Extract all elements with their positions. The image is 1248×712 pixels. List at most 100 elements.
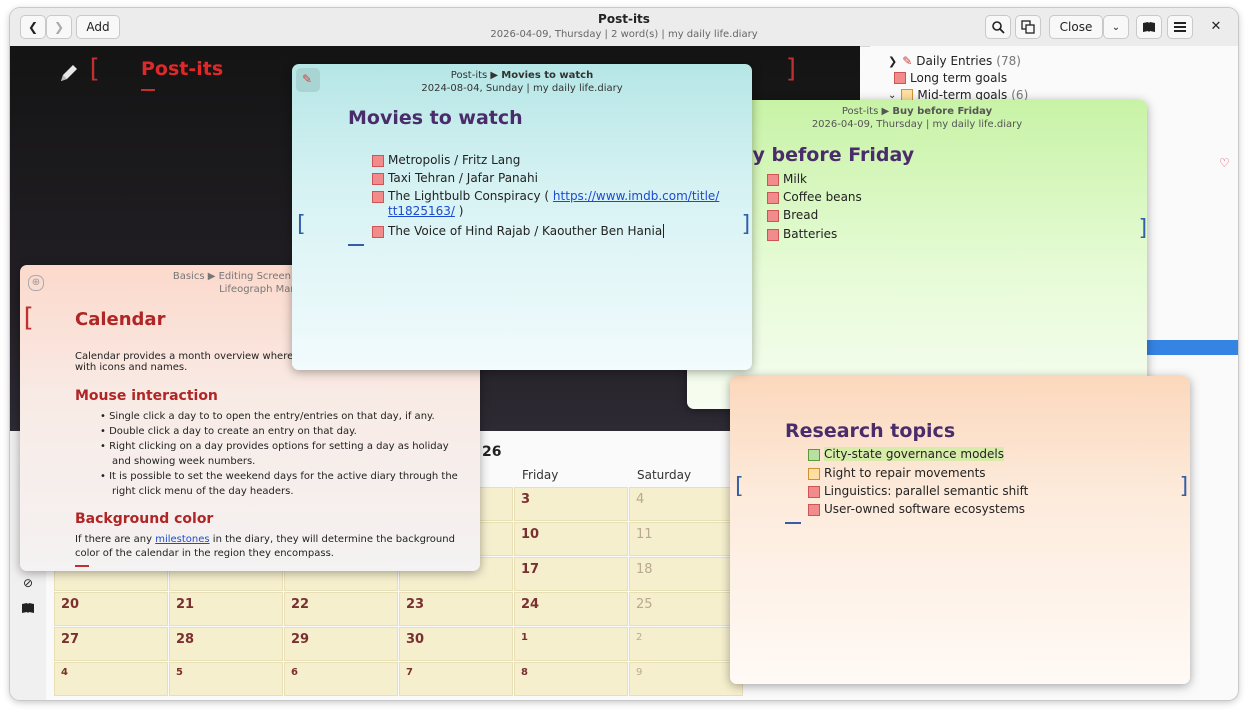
calendar-day-cell[interactable]: 29 xyxy=(284,627,398,661)
note-cursor-dash xyxy=(785,522,801,524)
calendar-day-cell[interactable]: 24 xyxy=(514,592,628,626)
calendar-day-cell[interactable]: 2 xyxy=(629,627,743,661)
chevron-right-icon: ❯ xyxy=(888,54,898,68)
note-bracket-left: [ xyxy=(294,212,308,237)
calendar-day-cell[interactable]: 8 xyxy=(514,662,628,696)
calendar-day-cell[interactable]: 10 xyxy=(514,522,628,556)
list-item[interactable]: User-owned software ecosystems xyxy=(808,502,1025,516)
todo-box-icon xyxy=(808,486,820,498)
tree-item-count: (78) xyxy=(996,54,1021,68)
diary-button[interactable] xyxy=(1136,15,1162,39)
todo-box-icon xyxy=(767,229,779,241)
selected-row-highlight xyxy=(1140,340,1238,355)
list-item[interactable]: Batteries xyxy=(767,227,837,241)
calendar-day-cell[interactable]: 22 xyxy=(284,592,398,626)
note-intro: Calendar provides a month overview where… xyxy=(75,351,303,373)
postit-movies-to-watch[interactable]: ✎ Post-its ▶ Movies to watch 2024-08-04,… xyxy=(292,64,752,370)
list-item[interactable]: Metropolis / Fritz Lang xyxy=(372,153,520,167)
calendar-day-cell[interactable]: 25 xyxy=(629,592,743,626)
todo-box-icon xyxy=(372,155,384,167)
section-heading: Background color xyxy=(75,511,214,527)
main-menu-button[interactable] xyxy=(1167,15,1193,39)
calendar-day-cell[interactable]: 6 xyxy=(284,662,398,696)
calendar-header-friday[interactable]: Friday xyxy=(522,468,558,482)
note-bracket-right: ] xyxy=(740,212,752,237)
calendar-day-cell[interactable]: 20 xyxy=(54,592,168,626)
postit-research-topics[interactable]: Research topics City-state governance mo… xyxy=(730,376,1190,684)
editor-bracket-left: [ xyxy=(86,54,102,84)
todo-box-icon xyxy=(767,192,779,204)
list-item[interactable]: Linguistics: parallel semantic shift xyxy=(808,484,1028,498)
chevron-down-icon: ⌄ xyxy=(1111,21,1121,33)
todo-box-icon xyxy=(372,191,384,203)
section-heading: Mouse interaction xyxy=(75,388,218,404)
list-item[interactable]: Milk xyxy=(767,172,807,186)
list-item[interactable]: The Lightbulb Conspiracy ( https://www.i… xyxy=(372,189,719,219)
note-cursor-dash xyxy=(348,244,364,246)
pencil-icon: ✎ xyxy=(902,54,913,68)
calendar-header-saturday[interactable]: Saturday xyxy=(637,468,691,482)
calendar-month-year: 26 xyxy=(482,444,502,460)
list-item[interactable]: Right to repair movements xyxy=(808,466,986,480)
list-item[interactable]: Bread xyxy=(767,208,818,222)
filter-icon[interactable]: ⊘ xyxy=(18,576,38,596)
book-icon[interactable] xyxy=(18,598,38,618)
calendar-day-cell[interactable]: 4 xyxy=(54,662,168,696)
calendar-day-cell[interactable]: 30 xyxy=(399,627,513,661)
todo-box-icon xyxy=(894,72,906,84)
pencil-icon xyxy=(61,65,77,81)
window-close-icon[interactable]: ✕ xyxy=(1206,17,1226,37)
editor-heading: Post-its xyxy=(141,58,224,80)
hamburger-icon xyxy=(1174,22,1186,32)
todo-box-icon xyxy=(808,504,820,516)
calendar-day-cell[interactable]: 27 xyxy=(54,627,168,661)
imdb-link-cont[interactable]: tt1825163/ xyxy=(388,204,455,218)
calendar-day-cell[interactable]: 5 xyxy=(169,662,283,696)
list-item[interactable]: City-state governance models xyxy=(808,447,1004,461)
app-window: ❮ ❯ Add Post-its 2026-04-09, Thursday | … xyxy=(10,8,1238,700)
note-bracket-left: [ xyxy=(732,474,746,499)
note-header: Post-its ▶ Buy before Friday 2026-04-09,… xyxy=(687,100,1147,132)
calendar-day-cell[interactable]: 1 xyxy=(514,627,628,661)
calendar-day-cell[interactable]: 3 xyxy=(514,487,628,521)
imdb-link[interactable]: https://www.imdb.com/title/ xyxy=(553,189,719,203)
list-item[interactable]: Taxi Tehran / Jafar Panahi xyxy=(372,171,538,185)
tree-item-label: Daily Entries xyxy=(916,54,993,68)
todo-box-icon xyxy=(372,226,384,238)
calendar-day-cell[interactable]: 18 xyxy=(629,557,743,591)
note-title: Movies to watch xyxy=(348,107,523,129)
close-button[interactable]: Close xyxy=(1049,15,1103,39)
calendar-day-cell[interactable]: 23 xyxy=(399,592,513,626)
note-title: Calendar xyxy=(75,309,166,330)
header-bar: ❮ ❯ Add Post-its 2026-04-09, Thursday | … xyxy=(10,8,1238,47)
tree-item-daily-entries[interactable]: ❯ ✎ Daily Entries (78) xyxy=(888,54,1021,68)
note-meta: 2026-04-09, Thursday | my daily life.dia… xyxy=(811,119,1023,130)
calendar-day-cell[interactable]: 7 xyxy=(399,662,513,696)
todo-box-icon xyxy=(767,210,779,222)
check-box-icon xyxy=(808,449,820,461)
list-item[interactable]: Coffee beans xyxy=(767,190,862,204)
note-title: Research topics xyxy=(785,420,956,442)
list-item[interactable]: The Voice of Hind Rajab / Kaouther Ben H… xyxy=(372,224,665,238)
calendar-day-cell[interactable]: 9 xyxy=(629,662,743,696)
calendar-day-cell[interactable]: 28 xyxy=(169,627,283,661)
search-button[interactable] xyxy=(985,15,1011,39)
milestones-link[interactable]: milestones xyxy=(155,534,209,545)
bullet-list: • Single click a day to to open the entr… xyxy=(100,411,458,497)
copy-button[interactable] xyxy=(1015,15,1041,39)
note-paragraph: If there are any milestones in the diary… xyxy=(75,534,455,559)
note-bracket-left: [ xyxy=(20,303,36,333)
calendar-day-cell[interactable]: 11 xyxy=(629,522,743,556)
calendar-day-cell[interactable]: 21 xyxy=(169,592,283,626)
calendar-day-cell[interactable]: 17 xyxy=(514,557,628,591)
todo-box-icon xyxy=(767,174,779,186)
note-path-title: Buy before Friday xyxy=(892,106,993,117)
postit-buy-before-friday[interactable]: Post-its ▶ Buy before Friday 2026-04-09,… xyxy=(687,100,1147,409)
note-path: Post-its ▶ xyxy=(841,106,890,117)
chevron-down-icon: ⌄ xyxy=(888,89,897,101)
calendar-day-cell[interactable]: 4 xyxy=(629,487,743,521)
note-meta: 2024-08-04, Sunday | my daily life.diary xyxy=(421,83,623,94)
heart-icon[interactable]: ♡ xyxy=(1219,156,1230,170)
tree-item-long-term-goals[interactable]: Long term goals xyxy=(894,71,1007,85)
close-menu-button[interactable]: ⌄ xyxy=(1103,15,1129,39)
